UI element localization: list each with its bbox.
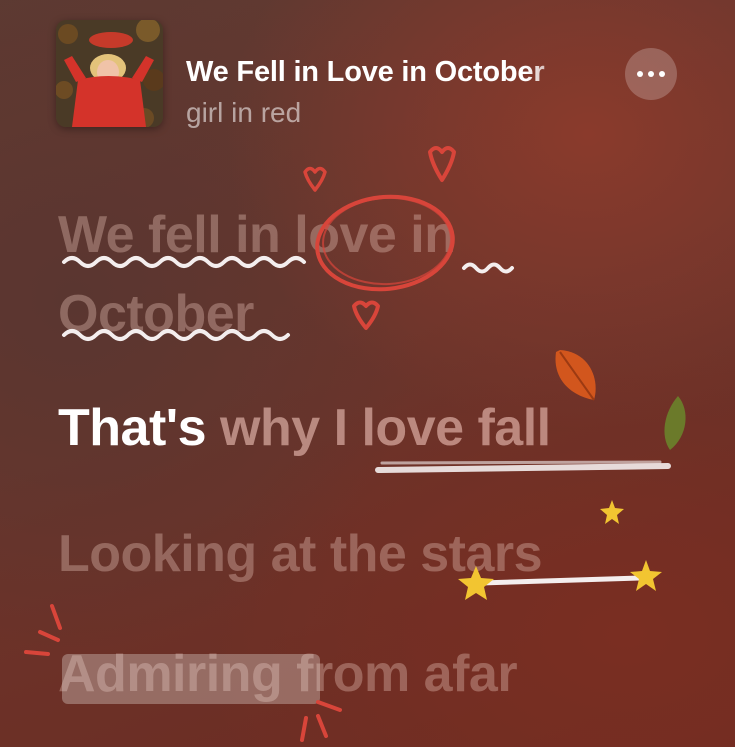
sparkle-mark [300,716,308,742]
star-icon [600,500,624,524]
leaf-icon [664,396,686,450]
sparkle-mark [316,700,342,712]
star-icon [458,566,494,600]
doodle-overlay [24,146,686,742]
sparkle-mark [316,714,328,738]
sparkle-mark [24,650,50,656]
chalk-underline [380,460,662,465]
chalk-underline [477,575,643,586]
heart-icon [352,300,380,330]
sparkle-mark [38,630,60,642]
sparkle-mark [50,604,62,630]
wavy-underline [62,256,306,268]
wavy-underline [62,329,290,341]
circle-mark [315,194,455,292]
chalk-underline [375,463,671,473]
heart-icon [303,166,327,192]
highlighter-mark [62,654,320,704]
heart-icon [428,146,456,182]
wavy-underline [462,262,514,274]
star-icon [630,560,662,591]
